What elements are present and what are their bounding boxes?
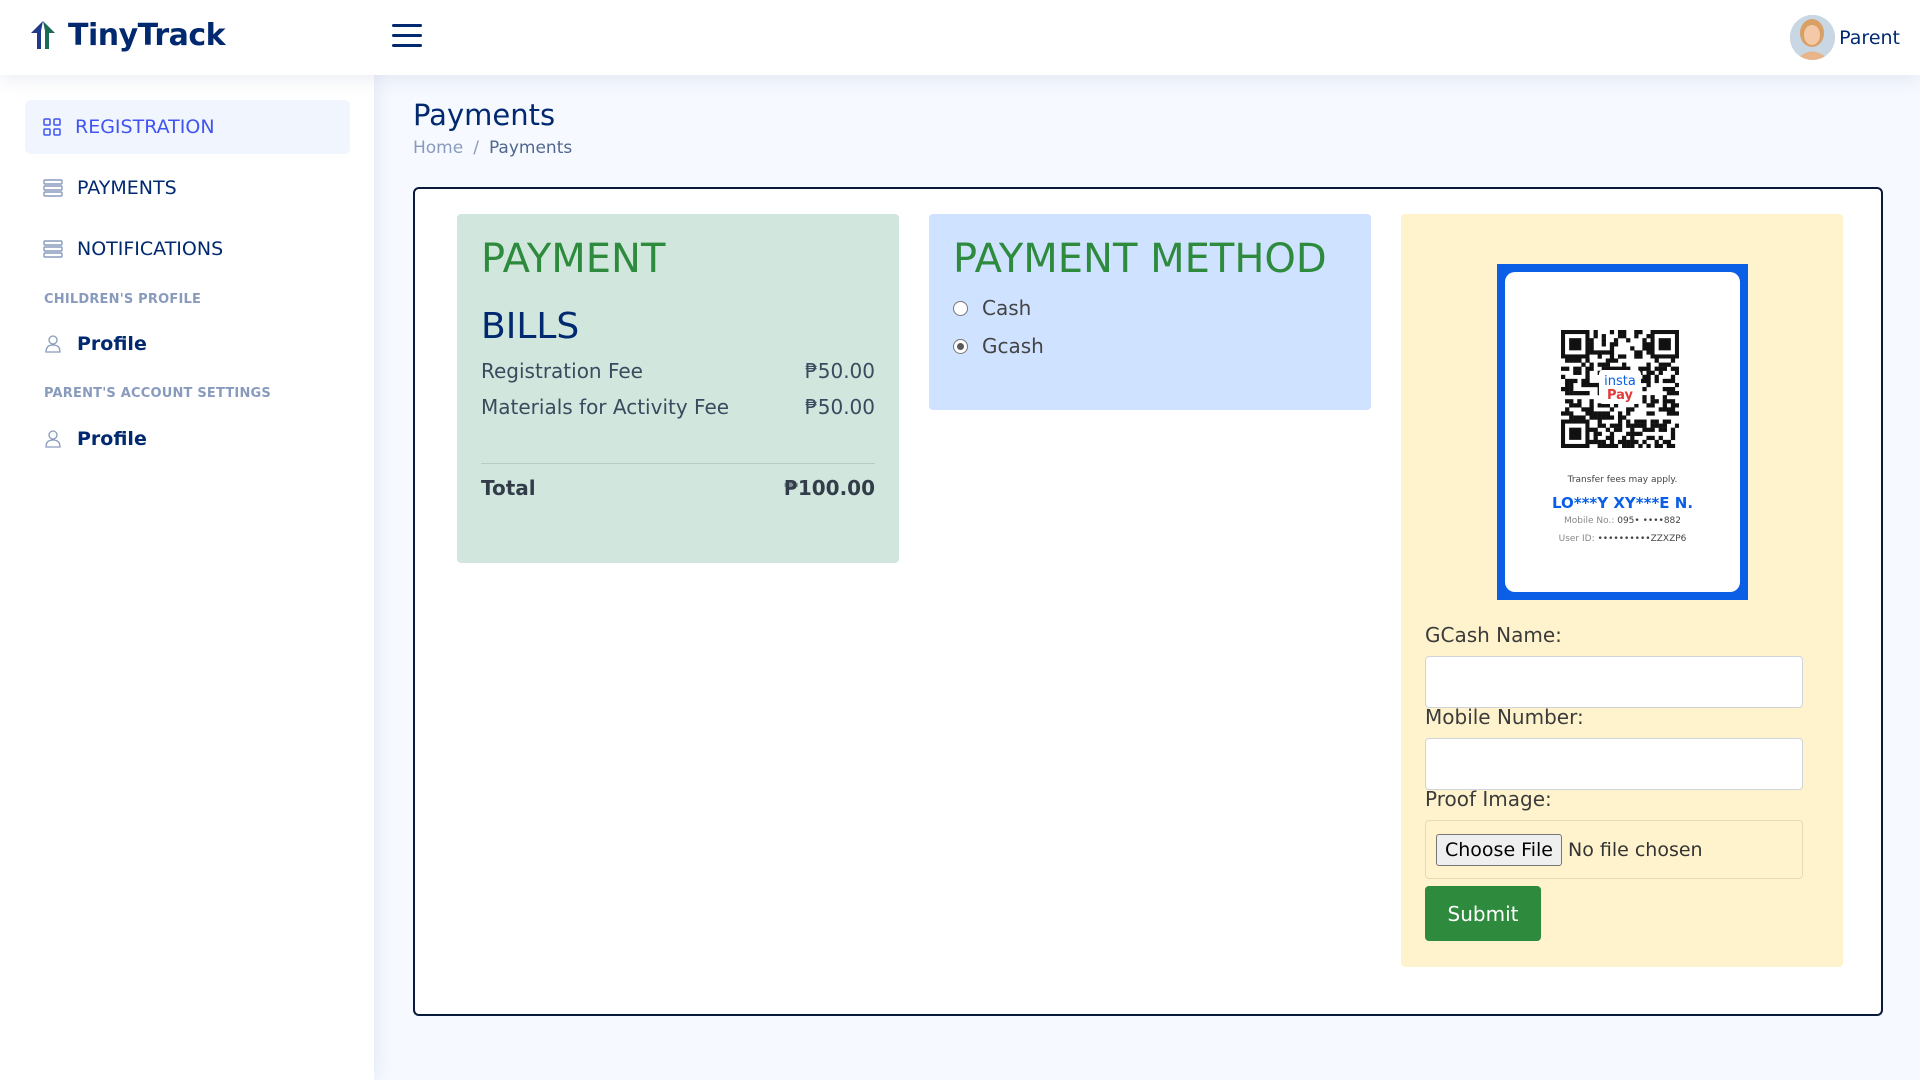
method-option-label: Gcash	[982, 334, 1044, 358]
layers-icon	[43, 179, 63, 197]
bills-heading: BILLS	[481, 306, 580, 347]
bills-card: PAYMENT BILLS Registration Fee ₱50.00 Ma…	[457, 214, 899, 563]
payment-method-title: PAYMENT METHOD	[953, 236, 1327, 282]
choose-file-button[interactable]: Choose File	[1436, 833, 1562, 866]
bill-name: Materials for Activity Fee	[481, 395, 730, 419]
bill-row: Registration Fee ₱50.00	[481, 359, 875, 383]
sidebar-item-parent-profile[interactable]: Profile	[25, 417, 350, 461]
person-icon	[45, 335, 61, 353]
sidebar-item-label: REGISTRATION	[75, 116, 215, 138]
qr-user-label: User ID:	[1558, 534, 1595, 544]
qr-mobile: Mobile No.: 095• ••••882	[1505, 516, 1740, 526]
qr-user-value: ••••••••••ZZXZP6	[1597, 534, 1687, 544]
page-title-block: Payments Home / Payments	[413, 98, 572, 158]
qr-card: insta Pay Transfer fees may apply. LO***Y…	[1505, 272, 1740, 592]
children-profile-heading: CHILDREN'S PROFILE	[44, 292, 202, 307]
payment-method-card: PAYMENT METHOD Cash Gcash	[929, 214, 1371, 410]
total-row: Total ₱100.00	[481, 476, 875, 500]
gcash-radio[interactable]	[953, 338, 968, 354]
file-status: No file chosen	[1567, 838, 1703, 861]
sidebar-item-label: NOTIFICATIONS	[77, 238, 224, 260]
gcash-name-label: GCash Name:	[1425, 623, 1562, 647]
app-name: TinyTrack	[68, 18, 226, 53]
person-icon	[45, 430, 61, 448]
sidebar-toggle-icon[interactable]	[392, 24, 422, 50]
method-option-gcash[interactable]: Gcash	[953, 334, 1347, 358]
proof-image-label: Proof Image:	[1425, 787, 1552, 811]
sidebar: REGISTRATION PAYMENTS NOTIFICATIONS CHIL…	[0, 75, 374, 1080]
user-menu[interactable]: Parent	[1790, 15, 1900, 60]
bill-name: Registration Fee	[481, 359, 643, 383]
grid-icon	[43, 118, 61, 136]
bill-amount: ₱50.00	[805, 395, 875, 419]
page-title: Payments	[413, 98, 556, 132]
cash-radio[interactable]	[953, 300, 968, 316]
gcash-name-input[interactable]	[1425, 656, 1803, 708]
sidebar-item-label: Profile	[77, 428, 147, 450]
bill-amount: ₱50.00	[805, 359, 875, 383]
sidebar-item-label: PAYMENTS	[77, 177, 177, 199]
method-option-label: Cash	[982, 296, 1032, 320]
method-option-cash[interactable]: Cash	[953, 296, 1347, 320]
qr-mobile-label: Mobile No.:	[1564, 516, 1615, 526]
breadcrumb: Home / Payments	[413, 138, 572, 158]
sidebar-item-registration[interactable]: REGISTRATION	[25, 100, 350, 154]
breadcrumb-home[interactable]: Home	[413, 138, 463, 158]
logo-icon	[31, 20, 55, 49]
payments-panel: PAYMENT BILLS Registration Fee ₱50.00 Ma…	[413, 187, 1883, 1016]
mobile-number-label: Mobile Number:	[1425, 705, 1584, 729]
bill-row: Materials for Activity Fee ₱50.00	[481, 395, 875, 419]
app-logo[interactable]: TinyTrack	[28, 18, 226, 53]
breadcrumb-separator: /	[473, 138, 479, 158]
qr-mobile-value: 095• ••••882	[1617, 516, 1681, 526]
sidebar-item-payments[interactable]: PAYMENTS	[25, 161, 350, 215]
user-name: Parent	[1839, 26, 1900, 49]
qr-code-icon: instaPay	[1561, 330, 1679, 448]
payment-card-title: PAYMENT	[481, 236, 666, 282]
bill-divider	[481, 463, 875, 464]
qr-image: insta Pay Transfer fees may apply. LO***Y…	[1497, 264, 1748, 600]
proof-image-file-input[interactable]: Choose File No file chosen	[1425, 820, 1803, 879]
submit-button[interactable]: Submit	[1425, 886, 1541, 941]
svg-text:Pay: Pay	[1607, 388, 1634, 403]
sidebar-item-label: Profile	[77, 333, 147, 355]
qr-account-name: LO***Y XY***E N.	[1551, 494, 1694, 512]
avatar	[1790, 15, 1836, 60]
qr-user-id: User ID: ••••••••••ZZXZP6	[1505, 534, 1740, 544]
gcash-card: insta Pay Transfer fees may apply. LO***Y…	[1401, 214, 1843, 967]
qr-note: Transfer fees may apply.	[1567, 475, 1678, 485]
svg-text:insta: insta	[1604, 374, 1636, 389]
total-label: Total	[481, 476, 536, 500]
top-header: TinyTrack Parent	[0, 0, 1920, 75]
total-amount: ₱100.00	[783, 476, 875, 500]
parent-settings-heading: PARENT'S ACCOUNT SETTINGS	[44, 386, 271, 401]
sidebar-item-notifications[interactable]: NOTIFICATIONS	[25, 222, 350, 276]
layers-icon	[43, 240, 63, 258]
mobile-number-input[interactable]	[1425, 738, 1803, 790]
breadcrumb-current: Payments	[488, 138, 573, 158]
sidebar-item-children-profile[interactable]: Profile	[25, 322, 350, 366]
